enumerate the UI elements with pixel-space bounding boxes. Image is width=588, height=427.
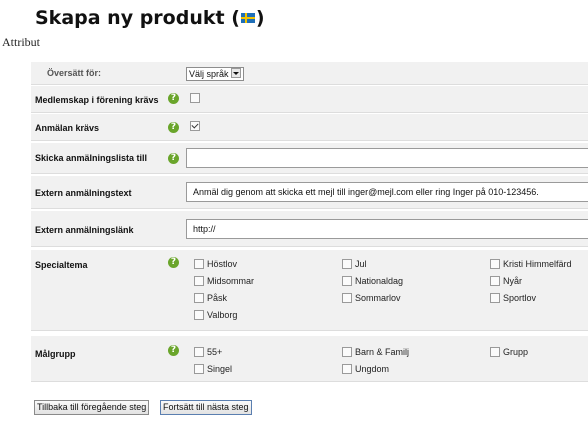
send-list-input[interactable] <box>186 148 588 168</box>
external-link-row: Extern anmälningslänk http:// <box>31 211 588 247</box>
translate-row: Översätt för: Välj språk <box>31 62 588 85</box>
theme-checkbox[interactable] <box>490 259 500 269</box>
registration-row: Anmälan krävs ? <box>31 114 588 141</box>
theme-checkbox[interactable] <box>194 310 204 320</box>
theme-label: Specialtema <box>35 260 88 270</box>
target-option-label: Grupp <box>503 347 529 357</box>
help-icon[interactable]: ? <box>168 153 179 164</box>
theme-option-label: Sportlov <box>503 293 537 303</box>
membership-row: Medlemskap i förening krävs ? <box>31 86 588 113</box>
translate-label: Översätt för: <box>47 68 102 78</box>
external-link-input[interactable]: http:// <box>186 219 588 239</box>
swedish-flag-icon <box>240 13 255 23</box>
external-text-row: Extern anmälningstext Anmäl dig genom at… <box>31 176 588 209</box>
back-button[interactable]: Tillbaka till föregående steg <box>34 400 150 415</box>
target-checkbox[interactable] <box>342 364 352 374</box>
target-option-label: Ungdom <box>355 364 390 374</box>
theme-option-label: Jul <box>355 259 367 269</box>
language-select-value: Välj språk <box>189 69 229 79</box>
theme-checkbox[interactable] <box>194 259 204 269</box>
language-select[interactable]: Välj språk <box>186 67 244 81</box>
theme-row: Specialtema ? Höstlov Jul Kristi Himmelf… <box>31 250 588 331</box>
target-checkbox[interactable] <box>342 347 352 357</box>
theme-option-label: Kristi Himmelfärd <box>503 259 572 269</box>
target-group-label: Målgrupp <box>35 349 76 359</box>
send-list-label: Skicka anmälningslista till <box>35 153 148 163</box>
chevron-down-icon <box>230 68 241 78</box>
registration-checkbox[interactable] <box>190 121 200 131</box>
theme-option-label: Nyår <box>503 276 523 286</box>
target-option-label: Singel <box>207 364 233 374</box>
external-text-label: Extern anmälningstext <box>35 188 132 198</box>
theme-checkbox[interactable] <box>194 276 204 286</box>
target-checkbox[interactable] <box>194 364 204 374</box>
page-title-suffix: ) <box>255 7 265 29</box>
help-icon[interactable]: ? <box>168 122 179 133</box>
target-checkbox[interactable] <box>490 347 500 357</box>
theme-option-label: Sommarlov <box>355 293 401 303</box>
theme-checkbox[interactable] <box>490 276 500 286</box>
page-title: Skapa ny produkt () <box>35 7 265 29</box>
theme-option-label: Midsommar <box>207 276 255 286</box>
theme-option-label: Valborg <box>207 310 238 320</box>
help-icon[interactable]: ? <box>168 345 179 356</box>
send-list-row: Skicka anmälningslista till ? <box>31 143 588 174</box>
theme-checkbox[interactable] <box>342 259 352 269</box>
target-option-label: Barn & Familj <box>355 347 410 357</box>
theme-option-label: Nationaldag <box>355 276 404 286</box>
target-checkbox[interactable] <box>194 347 204 357</box>
theme-option-label: Påsk <box>207 293 228 303</box>
theme-checkbox[interactable] <box>194 293 204 303</box>
theme-option-label: Höstlov <box>207 259 238 269</box>
next-button[interactable]: Fortsätt till nästa steg <box>160 400 252 415</box>
external-text-input[interactable]: Anmäl dig genom att skicka ett mejl till… <box>186 182 588 202</box>
theme-checkbox[interactable] <box>342 293 352 303</box>
section-label: Attribut <box>2 35 40 49</box>
help-icon[interactable]: ? <box>168 93 179 104</box>
page-title-text: Skapa ny produkt ( <box>35 7 240 29</box>
registration-label: Anmälan krävs <box>35 123 100 133</box>
external-link-label: Extern anmälningslänk <box>35 225 134 235</box>
membership-label: Medlemskap i förening krävs <box>35 95 159 105</box>
help-icon[interactable]: ? <box>168 257 179 268</box>
target-group-row: Målgrupp ? 55+ Barn & Familj Grupp Singe… <box>31 336 588 382</box>
target-option-label: 55+ <box>207 347 223 357</box>
theme-checkbox[interactable] <box>490 293 500 303</box>
theme-checkbox[interactable] <box>342 276 352 286</box>
membership-checkbox[interactable] <box>190 93 200 103</box>
